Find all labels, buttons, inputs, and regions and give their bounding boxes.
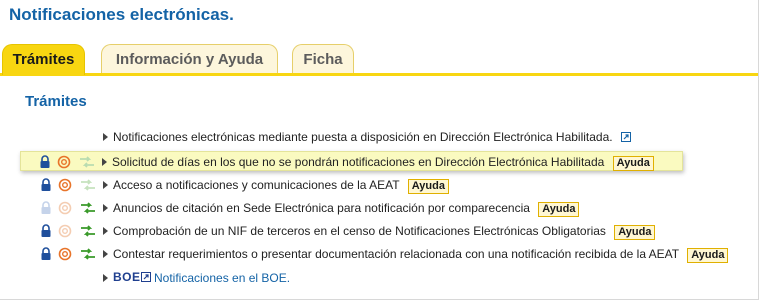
procedure-row: Acceso a notificaciones y comunicaciones…	[22, 175, 682, 195]
procedure-row: Notificaciones electrónicas mediante pue…	[22, 127, 682, 147]
help-badge[interactable]: Ayuda	[407, 179, 449, 194]
certificate-icon	[58, 178, 72, 192]
procedure-link[interactable]: Solicitud de días en los que no se pondr…	[112, 155, 604, 169]
lock-icon	[41, 224, 51, 237]
procedure-link[interactable]: Contestar requerimientos o presentar doc…	[113, 247, 679, 261]
transfer-arrows-icon	[81, 225, 95, 237]
help-badge[interactable]: Ayuda	[538, 202, 580, 217]
help-badge[interactable]: Ayuda	[614, 225, 656, 240]
procedure-link[interactable]: Anuncios de citación en Sede Electrónica…	[113, 201, 530, 215]
external-link-icon[interactable]	[620, 132, 631, 142]
procedure-row-highlighted: Solicitud de días en los que no se pondr…	[20, 151, 683, 171]
tab-tramites[interactable]: Trámites	[2, 44, 85, 75]
boe-notifications-link[interactable]: Notificaciones en el BOE.	[154, 271, 290, 285]
procedure-link[interactable]: Comprobación de un NIF de terceros en el…	[113, 224, 606, 238]
bullet-triangle-icon	[103, 274, 108, 282]
certificate-icon	[57, 155, 71, 169]
page-title: Notificaciones electrónicas.	[9, 5, 234, 24]
tab-informacion-y-ayuda[interactable]: Información y Ayuda	[101, 44, 278, 74]
help-badge[interactable]: Ayuda	[612, 156, 654, 171]
lock-icon	[41, 201, 51, 214]
lock-icon	[40, 155, 50, 168]
procedure-row: Contestar requerimientos o presentar doc…	[22, 244, 742, 264]
transfer-arrows-icon	[81, 179, 95, 191]
bullet-triangle-icon	[103, 181, 108, 189]
page: Notificaciones electrónicas. Trámites In…	[0, 0, 762, 304]
section-title: Trámites	[25, 93, 87, 110]
bullet-triangle-icon	[103, 133, 108, 141]
lock-icon	[41, 178, 51, 191]
certificate-icon	[58, 201, 72, 215]
tab-ficha[interactable]: Ficha	[292, 44, 354, 74]
tab-bar: Trámites Información y Ayuda Ficha	[0, 44, 758, 75]
bullet-triangle-icon	[103, 204, 108, 212]
procedure-link[interactable]: Notificaciones electrónicas mediante pue…	[113, 130, 613, 144]
transfer-arrows-icon	[80, 156, 94, 168]
procedure-row: Anuncios de citación en Sede Electrónica…	[22, 198, 682, 218]
bullet-triangle-icon	[103, 227, 108, 235]
certificate-icon	[58, 224, 72, 238]
help-badge[interactable]: Ayuda	[687, 248, 729, 263]
certificate-icon	[58, 247, 72, 261]
procedure-link[interactable]: Acceso a notificaciones y comunicaciones…	[113, 178, 399, 192]
bullet-triangle-icon	[103, 250, 108, 258]
lock-icon	[41, 247, 51, 260]
transfer-arrows-icon	[81, 248, 95, 260]
tab-bar-underline	[0, 73, 758, 76]
external-link-icon[interactable]	[141, 272, 151, 282]
transfer-arrows-icon	[81, 202, 95, 214]
boe-row: BOE Notificaciones en el BOE.	[22, 268, 682, 288]
bullet-triangle-icon	[102, 158, 107, 166]
boe-logo: BOE	[113, 270, 141, 284]
procedure-row: Comprobación de un NIF de terceros en el…	[22, 221, 682, 241]
